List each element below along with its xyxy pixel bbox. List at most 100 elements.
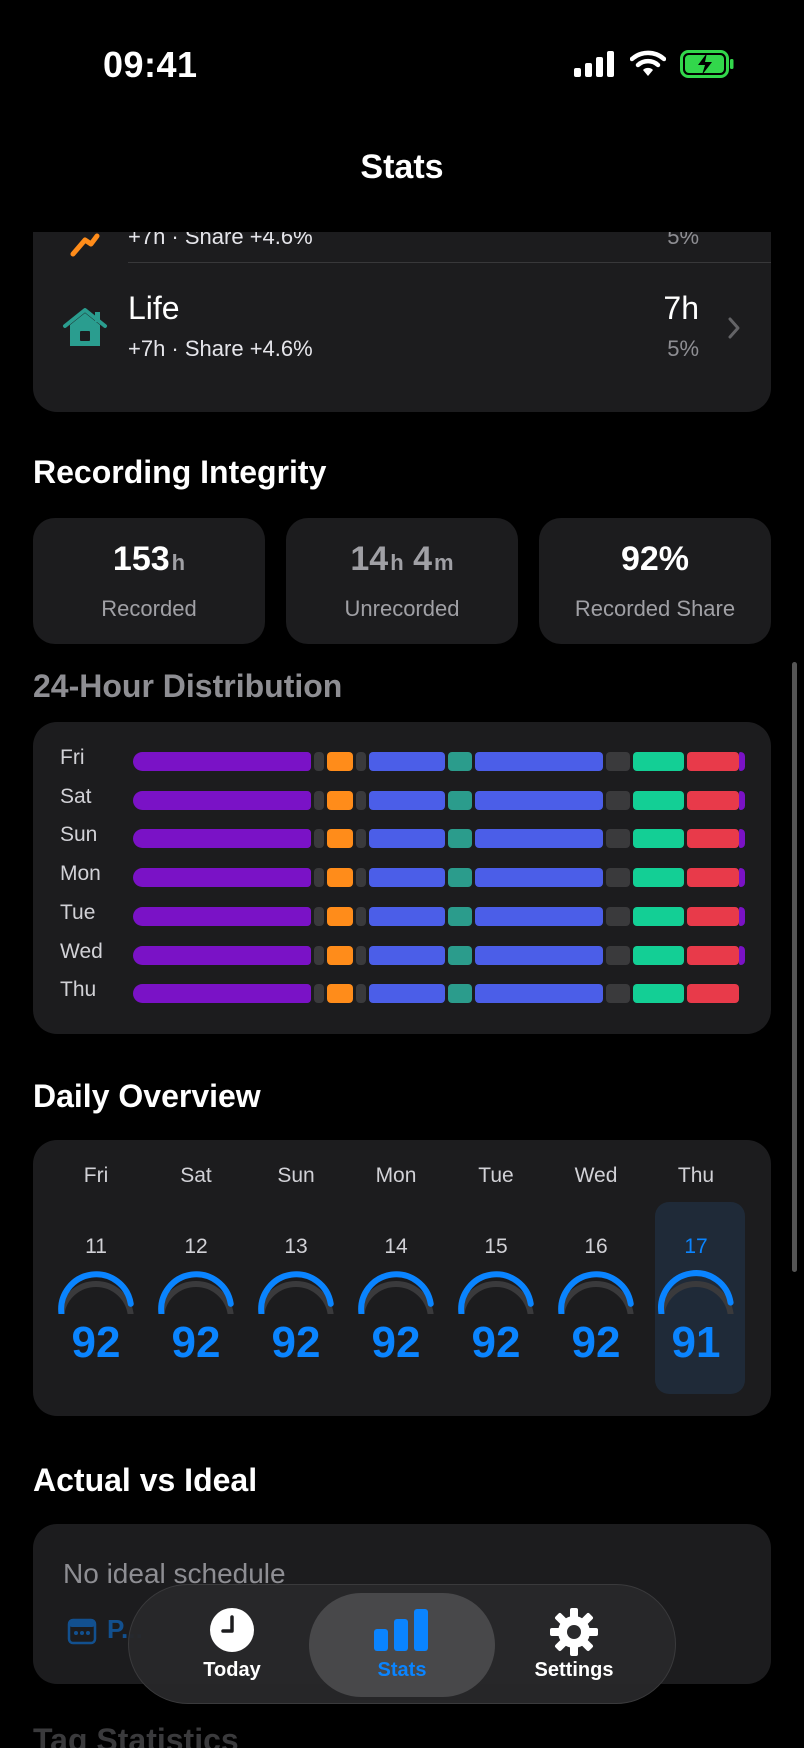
distribution-title: 24-Hour Distribution xyxy=(33,668,343,704)
distribution-row: Sat xyxy=(33,784,771,813)
distribution-segment xyxy=(633,752,684,771)
distribution-segment xyxy=(633,945,684,965)
category-percent: 5% xyxy=(667,336,699,361)
recorded-share-stat: 92% Recorded Share xyxy=(539,518,771,644)
unrecorded-hours-unit: h xyxy=(390,550,404,575)
tab-bar: Today Stats Settings xyxy=(128,1584,676,1704)
distribution-segment xyxy=(448,829,472,849)
distribution-row: Tue xyxy=(33,901,771,929)
distribution-segment xyxy=(739,790,745,810)
day-score: 92 xyxy=(571,1318,621,1367)
category-name: Life xyxy=(128,290,180,326)
stats-scroll-view[interactable]: +7h · Share +4.6% 5% Life +7h · Share +4… xyxy=(0,232,804,1748)
distribution-segment xyxy=(606,945,630,965)
distribution-segment xyxy=(739,829,745,849)
distribution-day-label: Fri xyxy=(60,746,85,769)
distribution-segment xyxy=(606,829,630,849)
distribution-segment xyxy=(475,906,603,926)
distribution-segment xyxy=(475,790,603,810)
gauge-track xyxy=(658,1281,734,1314)
day-score: 92 xyxy=(471,1318,521,1367)
distribution-segment xyxy=(687,984,739,1004)
recorded-value: 153 xyxy=(112,540,170,578)
recorded-stat: 153h Recorded xyxy=(33,518,265,644)
distribution-segment xyxy=(687,829,739,849)
day-column[interactable]: Mon 14 92 xyxy=(353,1140,439,1416)
day-name: Sun xyxy=(277,1164,315,1187)
distribution-segment xyxy=(327,906,353,926)
unrecorded-stat: 14h 4m Unrecorded xyxy=(286,518,518,644)
distribution-segment xyxy=(327,752,353,771)
distribution-segment xyxy=(133,868,311,888)
actual-vs-ideal-title: Actual vs Ideal xyxy=(33,1462,258,1498)
distribution-segment xyxy=(356,868,366,888)
distribution-segment xyxy=(739,868,745,888)
day-column[interactable]: Sat 12 92 xyxy=(153,1140,239,1416)
day-column[interactable]: Fri 11 92 xyxy=(53,1140,139,1416)
unrecorded-minutes: 4 xyxy=(413,540,433,578)
distribution-row: Mon xyxy=(33,862,771,890)
distribution-segment xyxy=(633,984,684,1004)
distribution-segment xyxy=(633,829,684,849)
distribution-segment xyxy=(475,829,603,849)
page-title: Stats xyxy=(360,148,444,186)
distribution-segment xyxy=(356,984,366,1004)
distribution-segment xyxy=(448,984,472,1004)
distribution-row: Thu xyxy=(33,978,771,1006)
day-column[interactable]: Wed 16 92 xyxy=(553,1140,639,1416)
distribution-segment xyxy=(606,984,630,1004)
distribution-segment xyxy=(448,790,472,810)
distribution-segment xyxy=(133,984,311,1004)
distribution-row: Sun xyxy=(33,823,771,851)
distribution-segment xyxy=(475,752,603,771)
distribution-segment xyxy=(314,868,324,888)
category-list-card: +7h · Share +4.6% 5% Life +7h · Share +4… xyxy=(33,232,771,412)
day-score: 92 xyxy=(371,1318,421,1367)
day-number: 12 xyxy=(184,1235,208,1258)
day-column[interactable]: Sun 13 92 xyxy=(253,1140,339,1416)
day-column[interactable]: Tue 15 92 xyxy=(453,1140,539,1416)
distribution-segment xyxy=(314,906,324,926)
category-change: +7h · Share +4.6% xyxy=(128,232,313,249)
distribution-segment xyxy=(327,984,353,1004)
distribution-segment xyxy=(369,945,445,965)
daily-overview-card: Fri 11 92 Sat 12 92 Sun 13 92 Mon 14 92 Tue 15 92 Wed 16… xyxy=(33,1140,771,1416)
distribution-day-label: Sat xyxy=(60,784,92,808)
tab-today[interactable]: Today xyxy=(139,1593,325,1697)
day-column[interactable]: Thu 17 91 xyxy=(653,1140,739,1416)
tab-stats[interactable]: Stats xyxy=(309,1593,495,1697)
recorded-share-value: 92% xyxy=(620,540,690,578)
distribution-segment xyxy=(633,906,684,926)
distribution-segment xyxy=(356,829,366,849)
distribution-segment xyxy=(687,790,739,810)
distribution-segment xyxy=(448,752,472,771)
day-score: 91 xyxy=(671,1318,721,1367)
calendar-icon xyxy=(67,1618,97,1644)
distribution-card: Fri Sat Sun Mon Tue Wed Thu xyxy=(33,722,771,1034)
distribution-segment xyxy=(369,752,445,771)
day-score: 92 xyxy=(171,1318,221,1367)
scroll-indicator[interactable] xyxy=(792,662,797,1272)
distribution-segment xyxy=(369,790,445,810)
day-number: 13 xyxy=(284,1235,308,1258)
cellular-signal-icon xyxy=(574,51,614,77)
battery-charging-icon xyxy=(680,50,734,78)
distribution-segment xyxy=(687,906,739,926)
tab-settings[interactable]: Settings xyxy=(481,1593,667,1697)
distribution-segment xyxy=(327,868,353,888)
distribution-segment xyxy=(606,790,630,810)
distribution-segment xyxy=(133,752,311,771)
category-row-life[interactable]: Life +7h · Share +4.6% 7h 5% xyxy=(33,264,771,384)
distribution-segment xyxy=(327,829,353,849)
day-name: Tue xyxy=(478,1164,514,1187)
distribution-segment xyxy=(356,790,366,810)
distribution-segment xyxy=(687,752,739,771)
day-number: 17 xyxy=(684,1235,708,1258)
clock-icon xyxy=(210,1608,254,1652)
day-name: Wed xyxy=(574,1164,618,1187)
score-gauge-icon xyxy=(458,1271,534,1314)
distribution-day-label: Wed xyxy=(60,939,103,963)
distribution-segment xyxy=(314,752,324,771)
score-gauge-icon xyxy=(258,1271,334,1314)
distribution-segment xyxy=(475,984,603,1004)
